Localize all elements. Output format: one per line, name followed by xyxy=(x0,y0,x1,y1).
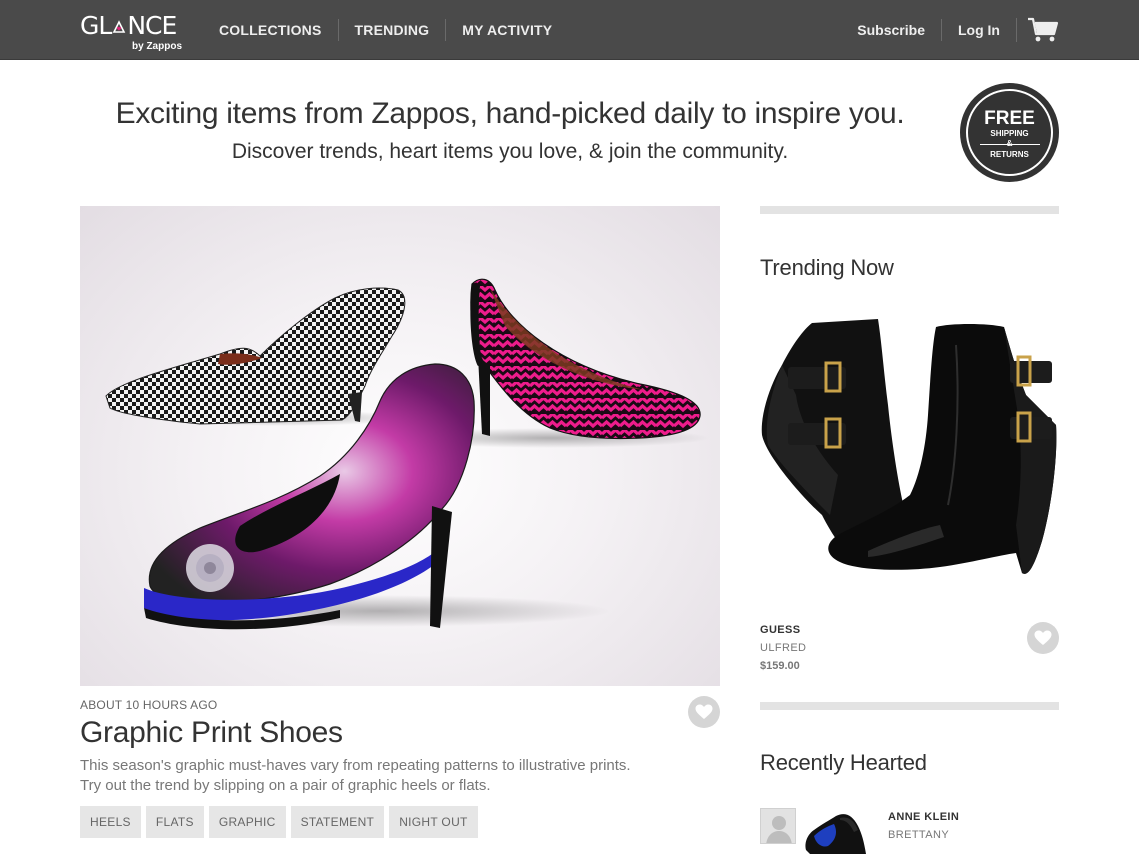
feature-heart-button[interactable] xyxy=(688,696,720,728)
feature-product-image[interactable] xyxy=(80,206,720,686)
tag-flats[interactable]: FLATS xyxy=(145,806,204,838)
nav-trending[interactable]: TRENDING xyxy=(337,19,446,41)
shopping-cart-icon xyxy=(1028,17,1059,42)
logo-subtitle: by Zappos xyxy=(132,41,183,52)
user-avatar[interactable] xyxy=(760,808,796,844)
recently-hearted-brand[interactable]: ANNE KLEIN xyxy=(888,811,959,823)
trending-product-image[interactable] xyxy=(760,305,1059,604)
badge-returns-text: RETURNS xyxy=(990,150,1029,159)
login-link[interactable]: Log In xyxy=(941,19,1016,41)
blue-pump-illustration xyxy=(805,814,866,854)
tag-list: HEELS FLATS GRAPHIC STATEMENT NIGHT OUT xyxy=(80,806,483,838)
account-nav: Subscribe Log In xyxy=(841,0,1059,60)
trending-heart-button[interactable] xyxy=(1027,622,1059,654)
feature-title[interactable]: Graphic Print Shoes xyxy=(80,716,343,750)
black-buckle-boots-illustration xyxy=(761,319,1057,574)
sidebar-divider-middle xyxy=(760,702,1059,710)
recently-hearted-name[interactable]: BRETTANY xyxy=(888,829,949,841)
badge-free-text: FREE xyxy=(984,108,1035,129)
badge-ring: FREE SHIPPING & RETURNS xyxy=(966,89,1053,176)
glance-logo[interactable]: GL NCE by Zappos xyxy=(80,11,182,52)
tag-statement[interactable]: STATEMENT xyxy=(290,806,385,838)
sidebar-divider-top xyxy=(760,206,1059,214)
recently-hearted-heading: Recently Hearted xyxy=(760,750,927,775)
logo-wordmark: GL NCE xyxy=(80,11,177,40)
main-nav: COLLECTIONS TRENDING MY ACTIVITY xyxy=(203,0,568,60)
heart-icon xyxy=(113,20,126,33)
heart-icon xyxy=(695,704,713,719)
recently-hearted-product-image[interactable] xyxy=(800,806,880,854)
badge-shipping-text: SHIPPING xyxy=(990,129,1029,138)
badge-amp-text: & xyxy=(1006,139,1013,148)
tag-heels[interactable]: HEELS xyxy=(80,806,141,838)
heart-icon xyxy=(1034,630,1052,645)
post-timestamp: ABOUT 10 HOURS AGO xyxy=(80,698,218,712)
top-navigation-bar: GL NCE by Zappos COLLECTIONS TRENDING MY… xyxy=(0,0,1139,60)
trending-product-price: $159.00 xyxy=(760,660,800,672)
tag-graphic[interactable]: GRAPHIC xyxy=(208,806,286,838)
subscribe-link[interactable]: Subscribe xyxy=(841,19,941,41)
feature-description: This season's graphic must-haves vary fr… xyxy=(80,757,631,794)
free-shipping-badge[interactable]: FREE SHIPPING & RETURNS xyxy=(960,83,1059,182)
nav-my-activity[interactable]: MY ACTIVITY xyxy=(445,19,568,41)
tag-night-out[interactable]: NIGHT OUT xyxy=(389,806,478,838)
hero-headline: Exciting items from Zappos, hand-picked … xyxy=(115,97,905,130)
graphic-print-shoes-illustration xyxy=(105,278,710,630)
hero-subheadline: Discover trends, heart items you love, &… xyxy=(231,140,789,163)
nav-collections[interactable]: COLLECTIONS xyxy=(203,19,338,41)
trending-now-heading: Trending Now xyxy=(760,255,894,280)
default-avatar-icon xyxy=(766,816,792,843)
trending-product-name[interactable]: ULFRED xyxy=(760,642,806,654)
trending-product-brand[interactable]: GUESS xyxy=(760,624,801,636)
cart-button[interactable] xyxy=(1016,17,1059,42)
